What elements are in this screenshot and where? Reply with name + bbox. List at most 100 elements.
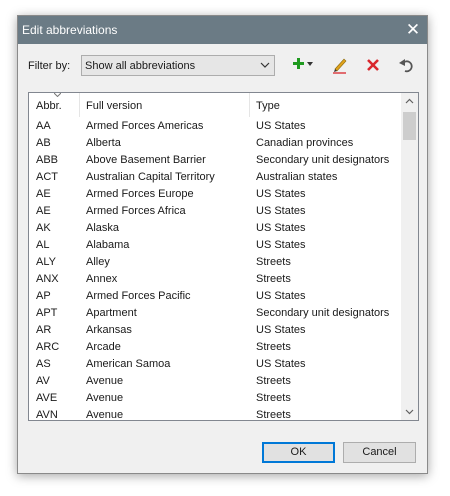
- type-cell: Canadian provinces: [256, 137, 354, 149]
- column-header-abbr[interactable]: Abbr.: [36, 100, 62, 117]
- abbr-cell: ACT: [36, 171, 58, 183]
- table-row[interactable]: AP Armed Forces Pacific US States: [29, 288, 399, 305]
- full-version-cell: Alabama: [86, 239, 130, 251]
- undo-arrow-icon: [399, 59, 413, 73]
- edit-button[interactable]: [330, 54, 350, 76]
- abbr-cell: AE: [36, 188, 51, 200]
- title-bar[interactable]: Edit abbreviations ✕: [18, 16, 427, 44]
- abbr-cell: ALY: [36, 256, 56, 268]
- list-rows: AA Armed Forces Americas US States AB Alber…: [29, 118, 399, 421]
- scroll-down-icon[interactable]: [401, 403, 418, 420]
- full-version-cell: Avenue: [86, 392, 124, 404]
- abbr-cell: AK: [36, 222, 51, 234]
- type-cell: US States: [256, 239, 306, 251]
- full-version-cell: Alberta: [86, 137, 121, 149]
- full-version-cell: Apartment: [86, 307, 137, 319]
- abbr-cell: AVN: [36, 409, 58, 421]
- table-row[interactable]: AL Alabama US States: [29, 237, 399, 254]
- ok-button[interactable]: OK: [262, 442, 335, 463]
- type-cell: Australian states: [256, 171, 338, 183]
- table-row[interactable]: APT Apartment Secondary unit designators: [29, 305, 399, 322]
- table-row[interactable]: ACT Australian Capital Territory Australia…: [29, 169, 399, 186]
- abbr-cell: AS: [36, 358, 51, 370]
- table-row[interactable]: AB Alberta Canadian provinces: [29, 135, 399, 152]
- abbr-cell: APT: [36, 307, 58, 319]
- abbr-cell: AE: [36, 205, 51, 217]
- full-version-cell: Avenue: [86, 375, 124, 387]
- type-cell: Streets: [256, 273, 291, 285]
- close-icon[interactable]: ✕: [399, 16, 427, 44]
- table-row[interactable]: ABB Above Basement Barrier Secondary unit …: [29, 152, 399, 169]
- table-row[interactable]: AVN Avenue Streets: [29, 407, 399, 421]
- column-divider[interactable]: [249, 93, 250, 117]
- window-title: Edit abbreviations: [22, 23, 118, 37]
- vertical-scrollbar[interactable]: [401, 93, 418, 420]
- table-row[interactable]: ARC Arcade Streets: [29, 339, 399, 356]
- abbr-cell: ANX: [36, 273, 59, 285]
- table-row[interactable]: AE Armed Forces Africa US States: [29, 203, 399, 220]
- type-cell: US States: [256, 358, 306, 370]
- type-cell: US States: [256, 222, 306, 234]
- undo-button[interactable]: [396, 54, 416, 76]
- column-divider[interactable]: [79, 93, 80, 117]
- abbr-cell: AVE: [36, 392, 58, 404]
- table-row[interactable]: AA Armed Forces Americas US States: [29, 118, 399, 135]
- full-version-cell: Alaska: [86, 222, 120, 234]
- full-version-cell: American Samoa: [86, 358, 171, 370]
- column-header-full-version[interactable]: Full version: [86, 100, 142, 117]
- plus-dropdown-icon: [293, 58, 313, 69]
- type-cell: Streets: [256, 375, 291, 387]
- add-button[interactable]: [291, 54, 317, 76]
- list-header: Abbr. Full version Type: [29, 93, 399, 117]
- type-cell: Streets: [256, 341, 291, 353]
- full-version-cell: Arkansas: [86, 324, 132, 336]
- chevron-down-icon: [260, 62, 270, 68]
- abbr-cell: AP: [36, 290, 51, 302]
- type-cell: US States: [256, 188, 306, 200]
- abbr-cell: AR: [36, 324, 52, 336]
- type-cell: Secondary unit designators: [256, 307, 390, 319]
- type-cell: Streets: [256, 392, 291, 404]
- type-cell: Streets: [256, 409, 291, 421]
- type-cell: Secondary unit designators: [256, 154, 390, 166]
- filter-selected-value: Show all abbreviations: [85, 60, 196, 72]
- full-version-cell: Above Basement Barrier: [86, 154, 206, 166]
- type-cell: US States: [256, 324, 306, 336]
- table-row[interactable]: ALY Alley Streets: [29, 254, 399, 271]
- full-version-cell: Annex: [86, 273, 118, 285]
- pencil-icon: [333, 58, 347, 74]
- table-row[interactable]: AVE Avenue Streets: [29, 390, 399, 407]
- abbr-cell: AV: [36, 375, 50, 387]
- abbr-cell: ABB: [36, 154, 59, 166]
- table-row[interactable]: ANX Annex Streets: [29, 271, 399, 288]
- table-row[interactable]: AR Arkansas US States: [29, 322, 399, 339]
- scroll-up-icon[interactable]: [401, 93, 418, 110]
- table-row[interactable]: AK Alaska US States: [29, 220, 399, 237]
- full-version-cell: Arcade: [86, 341, 121, 353]
- scrollbar-thumb[interactable]: [403, 112, 416, 140]
- abbr-cell: AB: [36, 137, 51, 149]
- column-header-type[interactable]: Type: [256, 100, 280, 117]
- abbreviations-list[interactable]: Abbr. Full version Type AA Armed Forces A…: [28, 92, 419, 421]
- type-cell: US States: [256, 205, 306, 217]
- table-row[interactable]: AE Armed Forces Europe US States: [29, 186, 399, 203]
- type-cell: Streets: [256, 256, 291, 268]
- filter-dropdown[interactable]: Show all abbreviations: [81, 55, 275, 76]
- edit-abbreviations-dialog: Edit abbreviations ✕ Filter by: Show all…: [17, 15, 428, 474]
- type-cell: US States: [256, 290, 306, 302]
- table-row[interactable]: AS American Samoa US States: [29, 356, 399, 373]
- red-x-icon: [367, 59, 379, 71]
- full-version-cell: Avenue: [86, 409, 124, 421]
- full-version-cell: Alley: [86, 256, 110, 268]
- type-cell: US States: [256, 120, 306, 132]
- full-version-cell: Armed Forces Americas: [86, 120, 204, 132]
- abbr-cell: AL: [36, 239, 50, 251]
- table-row[interactable]: AV Avenue Streets: [29, 373, 399, 390]
- cancel-button[interactable]: Cancel: [343, 442, 416, 463]
- full-version-cell: Australian Capital Territory: [86, 171, 215, 183]
- sort-indicator-icon: [54, 93, 61, 97]
- full-version-cell: Armed Forces Pacific: [86, 290, 191, 302]
- delete-button[interactable]: [363, 54, 383, 76]
- filter-label: Filter by:: [28, 60, 71, 72]
- full-version-cell: Armed Forces Africa: [86, 205, 186, 217]
